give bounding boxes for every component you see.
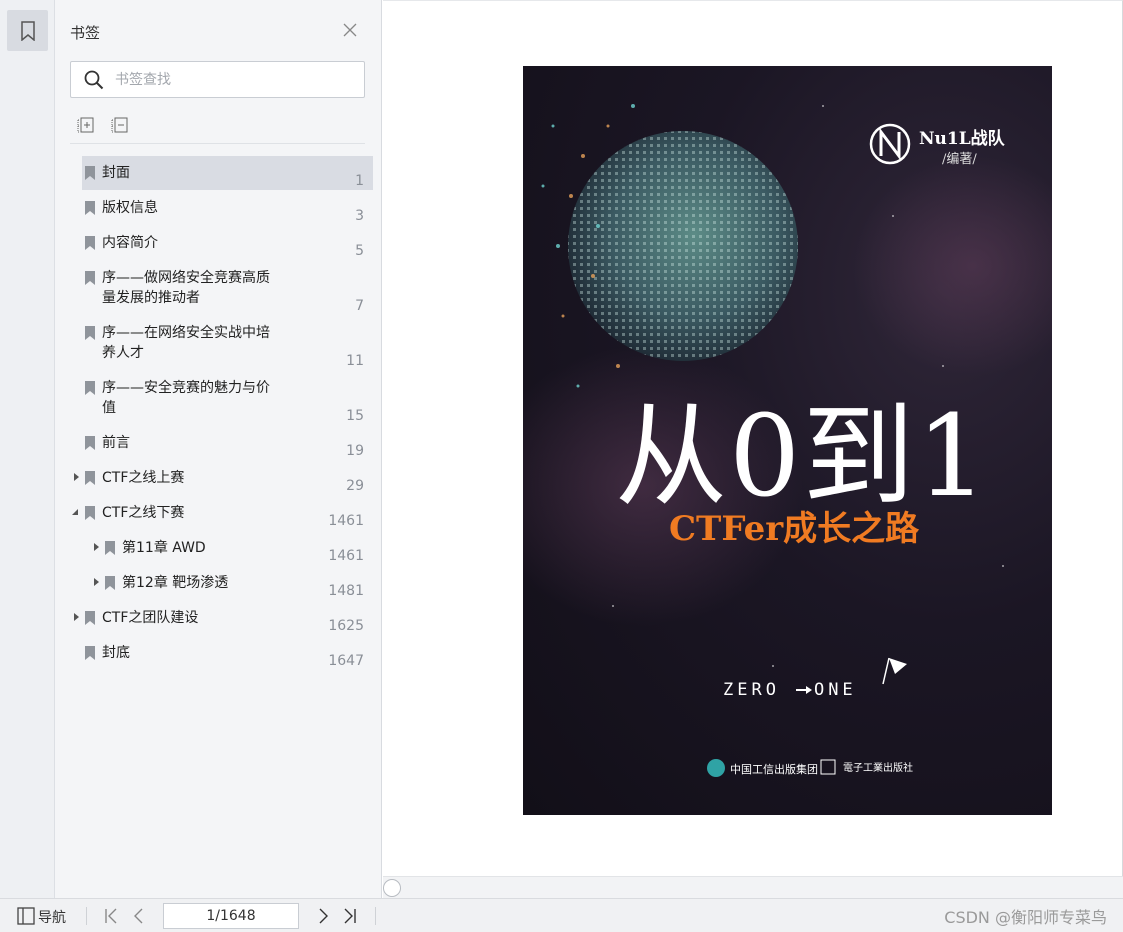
bookmark-icon xyxy=(85,506,95,520)
bookmark-page: 29 xyxy=(346,478,364,494)
bookmark-page: 1625 xyxy=(328,618,364,634)
bookmark-label: 序——安全竞赛的魅力与价 xyxy=(102,380,270,396)
bookmark-icon xyxy=(85,436,95,450)
bookmark-label: 序——在网络安全实战中培 xyxy=(102,325,270,341)
bookmark-page: 11 xyxy=(346,353,364,369)
cover-slogan-left: ZERO xyxy=(723,680,780,700)
search-input[interactable] xyxy=(115,68,355,92)
bookmark-panel: 书签 封面 1 版权信息 3 xyxy=(55,0,382,898)
bookmark-label: 内容简介 xyxy=(102,235,158,251)
bookmark-label: 第11章 AWD xyxy=(122,540,206,556)
close-icon[interactable] xyxy=(342,22,358,38)
collapse-arrow-icon[interactable] xyxy=(71,508,79,516)
bookmark-label-line2: 量发展的推动者 xyxy=(102,290,200,306)
bookmark-label-line2: 值 xyxy=(102,400,116,416)
bookmark-item[interactable]: CTF之团队建设 1625 xyxy=(74,601,373,635)
bookmark-icon xyxy=(20,20,35,41)
bookmark-page: 1 xyxy=(355,173,364,189)
cover-author: Nu1L战队 xyxy=(919,129,1005,149)
bookmark-label: 封底 xyxy=(102,645,130,661)
last-page-icon[interactable] xyxy=(342,907,358,925)
watermark-text: CSDN @衡阳师专菜鸟 xyxy=(944,908,1107,927)
sidebar-toggle-icon[interactable] xyxy=(17,907,35,925)
status-bar: 导航 1/1648 CSDN @衡阳师专菜鸟 xyxy=(0,898,1123,932)
bookmark-label: 序——做网络安全竞赛高质 xyxy=(102,270,270,286)
bookmark-icon xyxy=(85,166,95,180)
bookmark-item[interactable]: 第11章 AWD 1461 xyxy=(82,531,373,565)
panel-title: 书签 xyxy=(70,24,101,42)
bookmark-page: 3 xyxy=(355,208,364,224)
bookmark-item[interactable]: 内容简介 5 xyxy=(82,226,373,260)
prev-page-icon[interactable] xyxy=(132,907,146,925)
bookmark-label-line2: 养人才 xyxy=(102,345,144,361)
expand-arrow-icon[interactable] xyxy=(92,543,100,551)
bookmark-page: 15 xyxy=(346,408,364,424)
collapse-all-icon[interactable] xyxy=(111,116,129,134)
scrollbar-thumb[interactable] xyxy=(383,879,401,897)
cover-subtitle: CTFer成长之路 xyxy=(669,509,920,549)
bookmark-icon xyxy=(85,471,95,485)
bookmark-page: 7 xyxy=(355,298,364,314)
bookmark-item[interactable]: 第12章 靶场渗透 1481 xyxy=(82,566,373,600)
bookmark-page: 19 xyxy=(346,443,364,459)
expand-all-icon[interactable] xyxy=(77,116,95,134)
bookmark-page: 1481 xyxy=(328,583,364,599)
bookmark-icon xyxy=(105,541,115,555)
bookmark-item[interactable]: 序——做网络安全竞赛高质 量发展的推动者 7 xyxy=(82,261,373,315)
bookmark-item[interactable]: 封底 1647 xyxy=(82,636,373,670)
bookmark-panel-toggle[interactable] xyxy=(7,10,48,51)
bookmark-page: 1461 xyxy=(328,548,364,564)
bookmark-icon xyxy=(105,576,115,590)
cover-publisher2: 電子工業出版社 xyxy=(843,763,913,774)
bookmark-page: 1647 xyxy=(328,653,364,669)
document-view[interactable]: Nu1L战队 /编著/ 从0到1 CTFer成长之路 ZERO ONE 中国工信出… xyxy=(383,0,1123,876)
bookmark-item[interactable]: 版权信息 3 xyxy=(82,191,373,225)
divider xyxy=(86,907,87,925)
bookmark-item[interactable]: 前言 19 xyxy=(82,426,373,460)
bookmark-label: CTF之团队建设 xyxy=(102,610,199,626)
bookmark-label: 第12章 靶场渗透 xyxy=(122,575,229,591)
bookmark-icon xyxy=(85,326,95,340)
bookmark-icon xyxy=(85,201,95,215)
cover-publisher: 中国工信出版集团 xyxy=(730,763,818,776)
divider xyxy=(375,907,376,925)
expand-arrow-icon[interactable] xyxy=(72,473,80,481)
bookmark-label: CTF之线上赛 xyxy=(102,470,185,486)
cover-slogan: ZERO ONE xyxy=(723,680,857,700)
bookmark-page: 1461 xyxy=(328,513,364,529)
cover-author-role: /编著/ xyxy=(942,152,977,167)
first-page-icon[interactable] xyxy=(103,907,119,925)
bookmark-item-cover[interactable]: 封面 1 xyxy=(82,156,373,190)
panel-divider xyxy=(70,143,365,144)
bookmark-page: 5 xyxy=(355,243,364,259)
bookmark-icon xyxy=(85,381,95,395)
bookmark-item[interactable]: CTF之线下赛 1461 xyxy=(72,496,373,530)
bookmark-item[interactable]: 序——安全竞赛的魅力与价 值 15 xyxy=(82,371,373,425)
bookmark-icon xyxy=(85,271,95,285)
bookmark-item[interactable]: CTF之线上赛 29 xyxy=(74,461,373,495)
horizontal-scrollbar[interactable] xyxy=(383,876,1123,898)
nav-label[interactable]: 导航 xyxy=(38,907,66,927)
bookmark-label: 版权信息 xyxy=(102,200,158,216)
book-cover-page: Nu1L战队 /编著/ 从0到1 CTFer成长之路 ZERO ONE 中国工信出… xyxy=(523,66,1052,815)
bookmark-label: CTF之线下赛 xyxy=(102,505,185,521)
bookmark-label: 前言 xyxy=(102,435,130,451)
cover-slogan-right: ONE xyxy=(813,680,857,700)
expand-arrow-icon[interactable] xyxy=(92,578,100,586)
bookmark-search xyxy=(70,61,365,98)
page-number-input[interactable]: 1/1648 xyxy=(163,903,299,929)
next-page-icon[interactable] xyxy=(316,907,330,925)
left-rail xyxy=(0,0,55,898)
bookmark-icon xyxy=(85,236,95,250)
bookmark-icon xyxy=(85,611,95,625)
expand-arrow-icon[interactable] xyxy=(72,613,80,621)
bookmark-label: 封面 xyxy=(102,165,130,181)
bookmark-item[interactable]: 序——在网络安全实战中培 养人才 11 xyxy=(82,316,373,370)
search-icon xyxy=(84,70,104,90)
bookmark-icon xyxy=(85,646,95,660)
